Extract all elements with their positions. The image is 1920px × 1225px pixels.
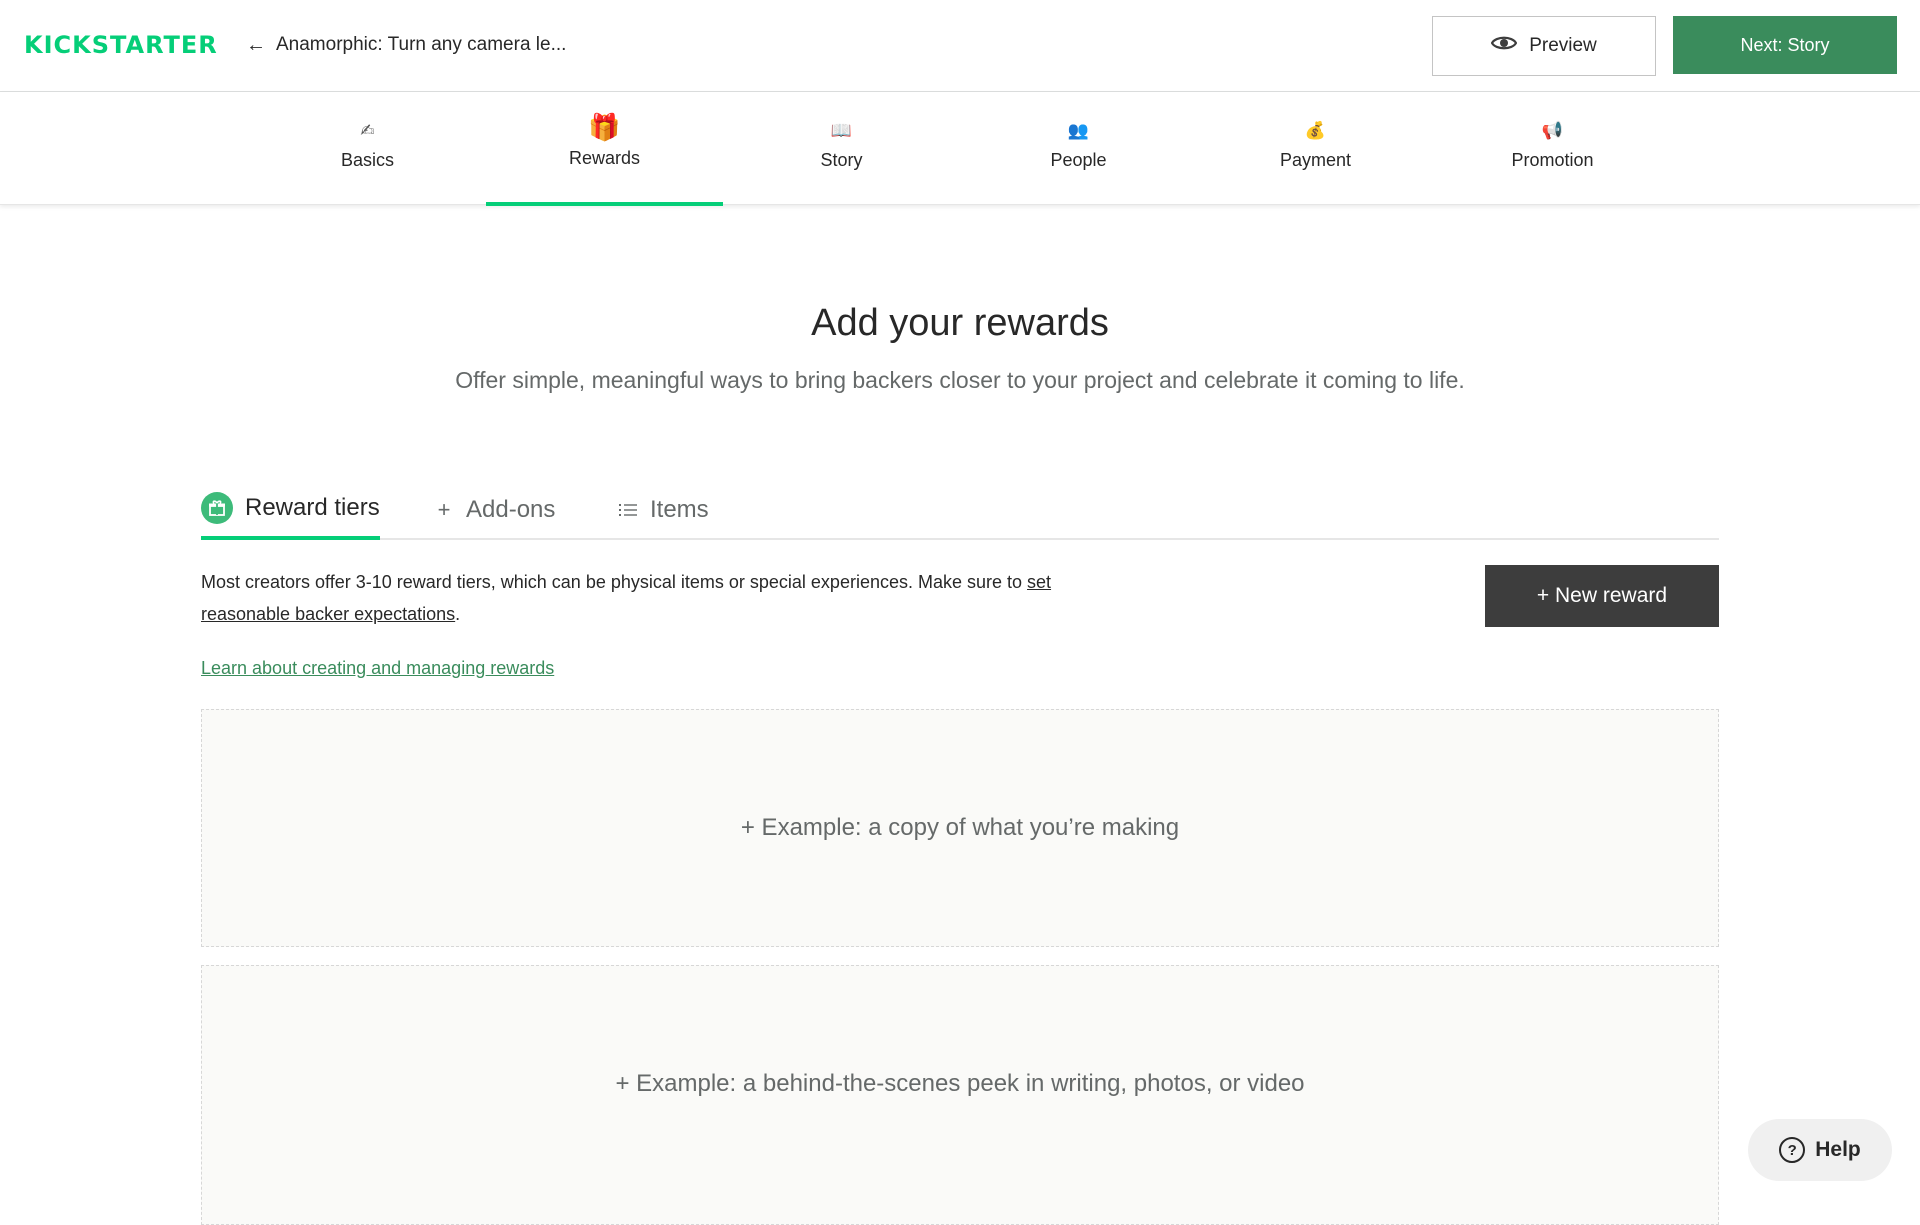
example-reward-label: + Example: a behind-the-scenes peek in w… [615, 1070, 1305, 1097]
tab-items-label: Items [650, 496, 709, 523]
plus-icon: + [437, 497, 451, 522]
pencil-icon: ✍ [360, 121, 375, 140]
example-reward-placeholder[interactable]: + Example: a copy of what you’re making [201, 709, 1719, 947]
step-promotion[interactable]: 📢 Promotion [1434, 92, 1671, 205]
step-rewards[interactable]: 🎁 Rewards [486, 92, 723, 206]
megaphone-icon: 📢 [1541, 121, 1564, 140]
tab-reward-tiers[interactable]: Reward tiers [201, 480, 380, 540]
tab-add-ons-label: Add-ons [466, 496, 556, 523]
description-end: . [455, 604, 461, 624]
new-reward-button-label: + New reward [1536, 584, 1668, 607]
new-reward-button[interactable]: + New reward [1485, 565, 1719, 627]
back-to-project-link[interactable]: ← Anamorphic: Turn any camera le... [246, 32, 566, 58]
book-icon: 📖 [830, 121, 853, 140]
step-story[interactable]: 📖 Story [723, 92, 960, 205]
next-story-button-label: Next: Story [1740, 34, 1830, 55]
step-label: Story [820, 150, 863, 170]
next-story-button[interactable]: Next: Story [1673, 16, 1897, 74]
step-basics[interactable]: ✍ Basics [249, 92, 486, 205]
tab-items[interactable]: Items [618, 480, 709, 540]
money-bag-icon: 💰 [1304, 121, 1327, 140]
arrow-left-icon: ← [246, 34, 266, 56]
page-subtitle: Offer simple, meaningful ways to bring b… [455, 367, 1465, 393]
step-label: Rewards [568, 148, 641, 168]
step-label: People [1050, 150, 1107, 170]
gift-icon [201, 492, 233, 524]
gift-icon: 🎁 [588, 112, 621, 142]
reward-tiers-description: Most creators offer 3-10 reward tiers, w… [201, 566, 1101, 630]
project-title: Anamorphic: Turn any camera le... [276, 34, 567, 55]
step-label: Payment [1279, 150, 1352, 170]
learn-rewards-link[interactable]: Learn about creating and managing reward… [201, 656, 554, 680]
eye-icon [1490, 34, 1518, 58]
page-title: Add your rewards [811, 302, 1109, 344]
step-label: Basics [340, 150, 394, 170]
description-text: Most creators offer 3-10 reward tiers, w… [201, 572, 1028, 592]
kickstarter-logo[interactable]: KICKSTARTER [24, 30, 218, 60]
step-people[interactable]: 👥 People [960, 92, 1197, 205]
project-steps-nav: ✍ Basics 🎁 Rewards 📖 Story 👥 People 💰 Pa… [0, 92, 1920, 206]
help-button-label: Help [1815, 1138, 1861, 1161]
preview-button[interactable]: Preview [1432, 16, 1656, 76]
help-button[interactable]: ? Help [1748, 1119, 1892, 1181]
tab-add-ons[interactable]: + Add-ons [434, 480, 556, 540]
people-icon: 👥 [1067, 121, 1090, 140]
step-label: Promotion [1511, 150, 1594, 170]
step-payment[interactable]: 💰 Payment [1197, 92, 1434, 205]
example-reward-placeholder[interactable]: + Example: a behind-the-scenes peek in w… [201, 965, 1719, 1225]
tab-reward-tiers-label: Reward tiers [245, 494, 380, 521]
rewards-subtabs: Reward tiers + Add-ons Items [201, 480, 1719, 540]
example-reward-label: + Example: a copy of what you’re making [740, 814, 1180, 841]
top-header: KICKSTARTER ← Anamorphic: Turn any camer… [0, 0, 1920, 92]
preview-button-label: Preview [1529, 35, 1597, 56]
question-icon: ? [1779, 1137, 1806, 1163]
list-icon [618, 497, 638, 523]
